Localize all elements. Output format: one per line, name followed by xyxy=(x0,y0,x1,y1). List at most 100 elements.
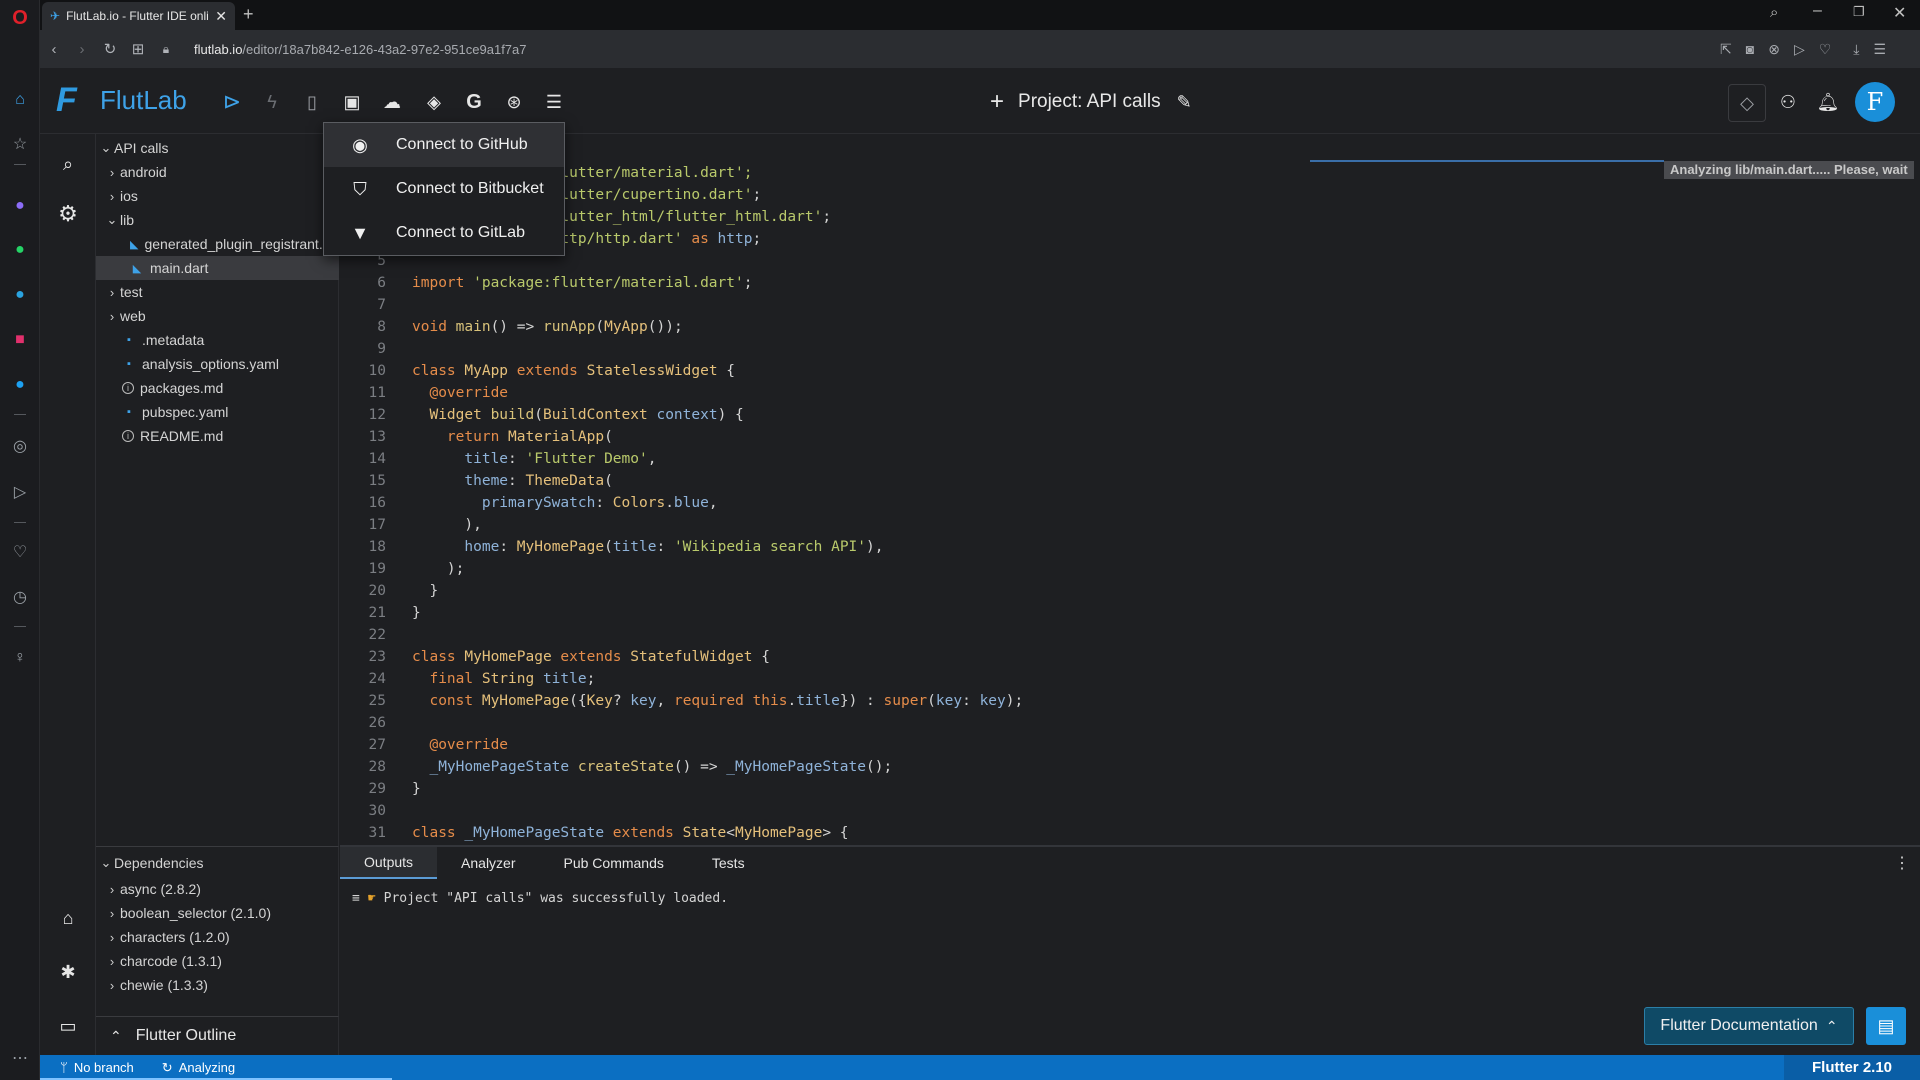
browser-tab[interactable]: ✈ FlutLab.io - Flutter IDE onli ✕ xyxy=(42,2,235,30)
outline-title: Flutter Outline xyxy=(135,1027,237,1044)
line-number: 22 xyxy=(368,627,386,643)
opera-logo-icon[interactable]: O xyxy=(8,6,32,30)
download-icon[interactable]: ⤓ xyxy=(1853,41,1859,58)
save-button[interactable]: ▣ xyxy=(338,88,366,116)
tree-folder-lib[interactable]: ⌄ lib xyxy=(96,208,339,232)
tree-folder-ios[interactable]: › ios xyxy=(96,184,339,208)
adblock-icon[interactable]: ⊗ xyxy=(1768,41,1780,58)
connect-bitbucket-item[interactable]: ⛉ Connect to Bitbucket xyxy=(324,167,564,211)
tree-file-packages[interactable]: i packages.md xyxy=(96,376,339,400)
line-number: 8 xyxy=(377,319,386,335)
notifications-button[interactable]: 🔔︎ xyxy=(1814,88,1842,116)
tree-file-readme[interactable]: i README.md xyxy=(96,424,339,448)
close-tab-icon[interactable]: ✕ xyxy=(215,8,227,25)
monitor-icon[interactable]: ▭ xyxy=(54,1012,82,1040)
layers-button[interactable]: ◇ xyxy=(1728,84,1766,122)
device-button[interactable]: ▯ xyxy=(298,88,326,116)
player-icon[interactable]: ◎ xyxy=(8,434,32,458)
dependency-item[interactable]: › async (2.8.2) xyxy=(96,877,339,901)
flutter-outline-panel[interactable]: ⌃ Flutter Outline xyxy=(96,1016,339,1055)
git-button[interactable]: ◈ xyxy=(420,88,448,116)
explorer-root[interactable]: ⌄ API calls xyxy=(96,136,339,160)
tree-folder-test[interactable]: › test xyxy=(96,280,339,304)
forward-icon[interactable]: › xyxy=(68,41,96,58)
line-number: 10 xyxy=(368,363,386,379)
code-editor[interactable]: 1import 'package:flutter/material.dart';… xyxy=(340,134,1920,845)
home-page-icon[interactable]: ⌂ xyxy=(54,904,82,932)
search-tabs-icon[interactable]: ⌕ xyxy=(1770,4,1778,21)
connect-gitlab-item[interactable]: ▼ Connect to GitLab xyxy=(324,211,564,255)
chevron-right-icon: › xyxy=(109,188,115,204)
run-button[interactable]: ⊳ xyxy=(218,88,246,116)
panel-more-icon[interactable]: ⋮ xyxy=(1894,853,1910,873)
lightbulb-icon[interactable]: ♀ xyxy=(8,646,32,670)
send-page-icon[interactable]: ▷ xyxy=(1794,41,1805,58)
tab-pub-commands[interactable]: Pub Commands xyxy=(540,847,688,879)
url-field[interactable]: flutlab.io/editor/18a7b842-e126-43a2-97e… xyxy=(194,42,527,57)
add-user-button[interactable]: ⚇ xyxy=(1774,88,1802,116)
settings-cog-button[interactable]: ⊛ xyxy=(500,88,528,116)
restore-icon[interactable]: ❐ xyxy=(1853,4,1865,20)
new-tab-icon[interactable]: + xyxy=(243,4,254,25)
heart-icon[interactable]: ♡ xyxy=(8,540,32,564)
tree-folder-web[interactable]: › web xyxy=(96,304,339,328)
tab-outputs[interactable]: Outputs xyxy=(340,847,438,879)
tab-tests[interactable]: Tests xyxy=(688,847,769,879)
dependency-item[interactable]: › boolean_selector (2.1.0) xyxy=(96,901,339,925)
flutlab-logo[interactable]: F FlutLab xyxy=(56,82,187,118)
tree-file-metadata[interactable]: ▪ .metadata xyxy=(96,328,339,352)
tree-file-main[interactable]: ◣ main.dart xyxy=(96,256,339,280)
snapshot-icon[interactable]: ◙ xyxy=(1746,41,1754,57)
line-number: 21 xyxy=(368,605,386,621)
twitter-icon[interactable]: ● xyxy=(8,373,32,397)
line-number: 12 xyxy=(368,407,386,423)
google-button[interactable]: G xyxy=(460,88,488,116)
flutter-documentation-button[interactable]: Flutter Documentation ⌃ xyxy=(1644,1007,1854,1045)
gear-icon[interactable]: ⚙ xyxy=(54,200,82,228)
tabs-grid-icon[interactable]: ⊞ xyxy=(124,40,152,58)
easy-setup-icon[interactable]: ☰ xyxy=(1873,41,1886,58)
reload-icon[interactable]: ↻ xyxy=(96,40,124,58)
tree-file-analysis-options[interactable]: ▪ analysis_options.yaml xyxy=(96,352,339,376)
history-icon[interactable]: ◷ xyxy=(8,585,32,609)
edit-pencil-icon[interactable]: ✎ xyxy=(1177,92,1192,113)
hot-reload-button[interactable]: ϟ xyxy=(258,88,286,116)
tree-folder-android[interactable]: › android xyxy=(96,160,339,184)
home-icon[interactable]: ⌂ xyxy=(8,88,32,112)
dependency-item[interactable]: › chewie (1.3.3) xyxy=(96,973,339,997)
dependency-item[interactable]: › charcode (1.3.1) xyxy=(96,949,339,973)
line-number: 25 xyxy=(368,693,386,709)
dependencies-header[interactable]: ⌄ Dependencies xyxy=(96,851,339,875)
instagram-icon[interactable]: ■ xyxy=(8,328,32,352)
search-icon[interactable]: ⌕ xyxy=(54,150,82,178)
connect-github-item[interactable]: ◉ Connect to GitHub xyxy=(324,123,564,167)
info-icon: i xyxy=(122,430,134,442)
add-icon[interactable]: + xyxy=(990,88,1004,116)
chevron-down-icon: ⌄ xyxy=(100,140,112,155)
back-icon[interactable]: ‹ xyxy=(40,41,68,58)
cloud-upload-button[interactable]: ☁ xyxy=(378,88,406,116)
tree-item-label: pubspec.yaml xyxy=(142,404,229,420)
bookmark-heart-icon[interactable]: ♡ xyxy=(1819,41,1832,58)
more-icon[interactable]: ⋯ xyxy=(8,1046,32,1070)
collapse-menu-button[interactable]: ☰ xyxy=(540,88,568,116)
star-icon[interactable]: ☆ xyxy=(8,132,32,156)
telegram-icon[interactable]: ● xyxy=(8,283,32,307)
chat-button[interactable]: ▤ xyxy=(1866,1007,1906,1045)
menu-item-label: Connect to Bitbucket xyxy=(396,180,544,197)
whatsapp-icon[interactable]: ● xyxy=(8,238,32,262)
close-window-icon[interactable]: ✕ xyxy=(1893,3,1906,23)
avatar[interactable]: F xyxy=(1855,82,1895,122)
bug-icon[interactable]: ✱ xyxy=(54,958,82,986)
send-icon[interactable]: ▷ xyxy=(8,480,32,504)
tree-file-generated[interactable]: ◣ generated_plugin_registrant.dart xyxy=(96,232,347,256)
flutter-version[interactable]: Flutter 2.10 xyxy=(1784,1055,1920,1080)
dart-file-icon: ◣ xyxy=(132,262,142,275)
tab-analyzer[interactable]: Analyzer xyxy=(437,847,539,879)
share-icon[interactable]: ⇱ xyxy=(1720,41,1732,58)
branch-status[interactable]: No branch xyxy=(74,1060,134,1075)
tree-file-pubspec[interactable]: ▪ pubspec.yaml xyxy=(96,400,339,424)
minimize-icon[interactable]: – xyxy=(1813,2,1822,20)
dependency-item[interactable]: › characters (1.2.0) xyxy=(96,925,339,949)
messenger-icon[interactable]: ● xyxy=(8,194,32,218)
